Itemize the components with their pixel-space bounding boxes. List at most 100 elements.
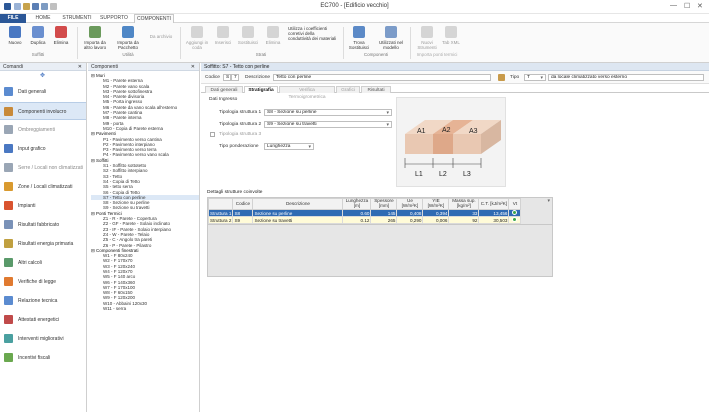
ribbon-separator bbox=[77, 27, 78, 59]
tab-stratigrafia[interactable]: Stratigrafia bbox=[244, 86, 278, 93]
column-header[interactable]: Lunghezza [m] bbox=[342, 198, 372, 210]
importa-pacchetto-button[interactable]: Importa da Pacchetto bbox=[113, 26, 143, 50]
tipologia2-select[interactable]: S9 - Sezione su travetti bbox=[264, 121, 392, 128]
column-header[interactable]: Descrizione bbox=[252, 198, 344, 210]
tree-item-label: S9 - Sezione su travetti bbox=[103, 205, 150, 211]
tab-file[interactable]: FILE bbox=[0, 14, 26, 23]
tab-risultati[interactable]: Risultati bbox=[361, 86, 391, 93]
tab-dati-generali[interactable]: Dati generali bbox=[205, 86, 243, 93]
da-archivio-button[interactable]: Da archivio bbox=[146, 34, 176, 39]
column-header[interactable]: Codice bbox=[232, 198, 254, 210]
nav-item-zone-locali-climatizzati[interactable]: Zone / Locali climatizzati bbox=[0, 178, 86, 196]
row-ct: 13,456 bbox=[478, 209, 510, 217]
codice-prefix-field[interactable]: S bbox=[223, 74, 231, 81]
tipologia1-select[interactable]: S8 - Sezione su perline bbox=[264, 109, 392, 116]
close-pane-icon[interactable]: ✕ bbox=[191, 63, 195, 71]
sostituisci-button[interactable]: Sostituisci bbox=[236, 26, 260, 45]
nav-item-input-grafico[interactable]: Input grafico bbox=[0, 140, 86, 158]
nav-item-verifiche-di-legge[interactable]: Verifiche di legge bbox=[0, 273, 86, 291]
structures-table: Codice Descrizione Lunghezza [m] Spessor… bbox=[207, 198, 554, 224]
maximize-icon[interactable]: ☐ bbox=[684, 2, 690, 10]
improvements-icon bbox=[4, 334, 13, 343]
column-header[interactable]: Massa sup. [kg/m²] bbox=[448, 198, 480, 210]
tipo-description-field: da locale climatizzato verso esterno bbox=[548, 74, 704, 81]
tab-xml-button[interactable]: Tab XML bbox=[442, 26, 460, 45]
elimina-button[interactable]: Elimina bbox=[51, 26, 71, 45]
graphic-input-icon bbox=[4, 144, 13, 153]
structures-grid: Codice Descrizione Lunghezza [m] Spessor… bbox=[207, 197, 553, 225]
row-spessore: 265 bbox=[370, 216, 398, 224]
nav-item-risultati-fabbricato[interactable]: Risultati fabbricato bbox=[0, 216, 86, 234]
elimina-strato-button[interactable]: Elimina bbox=[262, 26, 284, 45]
tree-item-label: W9 - F 120x200 bbox=[103, 295, 136, 301]
row-descrizione[interactable]: Sezione su travetti bbox=[252, 216, 344, 224]
tab-supporto[interactable]: SUPPORTO bbox=[98, 14, 130, 23]
utilizzati-modello-button[interactable]: Utilizzati nel modello bbox=[376, 26, 406, 50]
nav-item-attestati-energetici[interactable]: Attestati energetici bbox=[0, 311, 86, 329]
nav-item-impianti[interactable]: Impianti bbox=[0, 197, 86, 215]
importa-lavoro-button[interactable]: Importa da altro lavoro bbox=[80, 26, 110, 50]
tree-item-label: S5 - tetto serra bbox=[103, 184, 133, 190]
nav-item-componenti-involucro[interactable]: Componenti involucro bbox=[0, 102, 86, 120]
tab-home[interactable]: HOME bbox=[30, 14, 56, 23]
tab-verifica-termoigrometrica[interactable]: Verifica Termoigrometrica bbox=[279, 86, 335, 100]
row-codice[interactable]: S9 bbox=[232, 216, 254, 224]
title-bar: EC700 - [Edificio vecchio] — ☐ ✕ bbox=[0, 0, 709, 14]
other-calcs-icon bbox=[4, 258, 13, 267]
inserisci-button[interactable]: Inserisci bbox=[212, 26, 234, 45]
row-codice[interactable]: S8 bbox=[232, 209, 254, 217]
nav-item-ombreggiamenti[interactable]: Ombreggiamenti bbox=[0, 121, 86, 139]
ponderazione-select[interactable]: Lunghezza bbox=[264, 143, 314, 150]
nav-item-relazione-tecnica[interactable]: Relazione tecnica bbox=[0, 292, 86, 310]
delete-icon bbox=[55, 26, 67, 38]
trova-sostituisci-button[interactable]: Trova Sostituisci bbox=[346, 26, 372, 50]
descrizione-field[interactable]: Tetto con perline bbox=[273, 74, 491, 81]
tab-strumenti[interactable]: STRUMENTI bbox=[60, 14, 94, 23]
row-descrizione[interactable]: Sezione su perline bbox=[252, 209, 344, 217]
table-row[interactable]: Struttura 1 S8 Sezione su perline 0.60 1… bbox=[207, 209, 554, 217]
pin-icon[interactable]: ✕ bbox=[78, 63, 82, 71]
nav-item-incentivi-fiscali[interactable]: Incentivi fiscali bbox=[0, 349, 86, 367]
law-check-icon bbox=[4, 277, 13, 286]
tab-grafici[interactable]: Grafici bbox=[336, 86, 360, 93]
row-lunghezza[interactable]: 0.60 bbox=[342, 209, 372, 217]
tree-item-label: P2 - Pavimento interpiano bbox=[103, 141, 155, 147]
duplica-button[interactable]: Duplica bbox=[27, 26, 49, 45]
nav-item-dati-generali[interactable]: Dati generali bbox=[0, 83, 86, 101]
nuovo-button[interactable]: Nuovo bbox=[5, 26, 25, 45]
ribbon-tabs: FILE HOME STRUMENTI SUPPORTO COMPONENTI bbox=[0, 14, 709, 24]
column-header[interactable]: Ue [W/m²K] bbox=[396, 198, 424, 210]
column-header[interactable]: Spessore [mm] bbox=[370, 198, 398, 210]
color-swatch-icon[interactable] bbox=[498, 74, 505, 81]
tree-item-label: S6 - Copia di Tetto bbox=[103, 189, 140, 195]
tree-item[interactable]: W11 - serra bbox=[91, 306, 199, 311]
column-header[interactable]: YIE [W/m²K] bbox=[422, 198, 450, 210]
nav-item-label: Impianti bbox=[18, 203, 36, 209]
sub-tabs: Dati generali Stratigrafia Verifica Term… bbox=[201, 85, 709, 100]
aggiungi-coda-button[interactable]: Aggiungi in coda bbox=[184, 26, 210, 50]
minimize-icon[interactable]: — bbox=[670, 2, 677, 9]
column-header[interactable]: Vt bbox=[508, 198, 522, 210]
codice-number-field[interactable]: 7 bbox=[231, 74, 239, 81]
nav-item-interventi-migliorativi[interactable]: Interventi migliorativi bbox=[0, 330, 86, 348]
row-lunghezza[interactable]: 0.12 bbox=[342, 216, 372, 224]
insert-icon bbox=[217, 26, 229, 38]
nav-item-altri-calcoli[interactable]: Altri calcoli bbox=[0, 254, 86, 272]
nav-item-risultati-energia-primaria[interactable]: Risultati energia primaria bbox=[0, 235, 86, 253]
table-row[interactable]: Struttura 2 S9 Sezione su travetti 0.12 … bbox=[207, 216, 554, 224]
ribbon: Nuovo Duplica Elimina Soffitti Importa d… bbox=[0, 23, 709, 63]
close-icon[interactable]: ✕ bbox=[697, 2, 703, 10]
nav-item-label: Serre / Locali non climatizzati bbox=[18, 165, 84, 171]
nav-item-serre-locali-non-climatizzati[interactable]: Serre / Locali non climatizzati bbox=[0, 159, 86, 177]
column-header[interactable]: C.T. [kJ/m²K] bbox=[478, 198, 510, 210]
nuovi-strumenti-button[interactable]: Nuovi Strumenti bbox=[414, 26, 440, 50]
tipo-select[interactable]: T bbox=[524, 74, 546, 81]
nav-item-label: Zone / Locali climatizzati bbox=[18, 184, 73, 190]
row-yie: 0,394 bbox=[422, 209, 450, 217]
tipologia3-checkbox[interactable] bbox=[210, 132, 215, 137]
coefficienti-correttivi-checkbox[interactable]: Utilizza i coefficienti corretivi della … bbox=[288, 26, 338, 41]
zones-icon bbox=[4, 182, 13, 191]
tree-item-label: S7 - Tetto con perline bbox=[103, 194, 146, 200]
move-icon[interactable]: ✥ bbox=[40, 72, 45, 79]
tree-item-label: W1 - F 80x240 bbox=[103, 253, 133, 259]
